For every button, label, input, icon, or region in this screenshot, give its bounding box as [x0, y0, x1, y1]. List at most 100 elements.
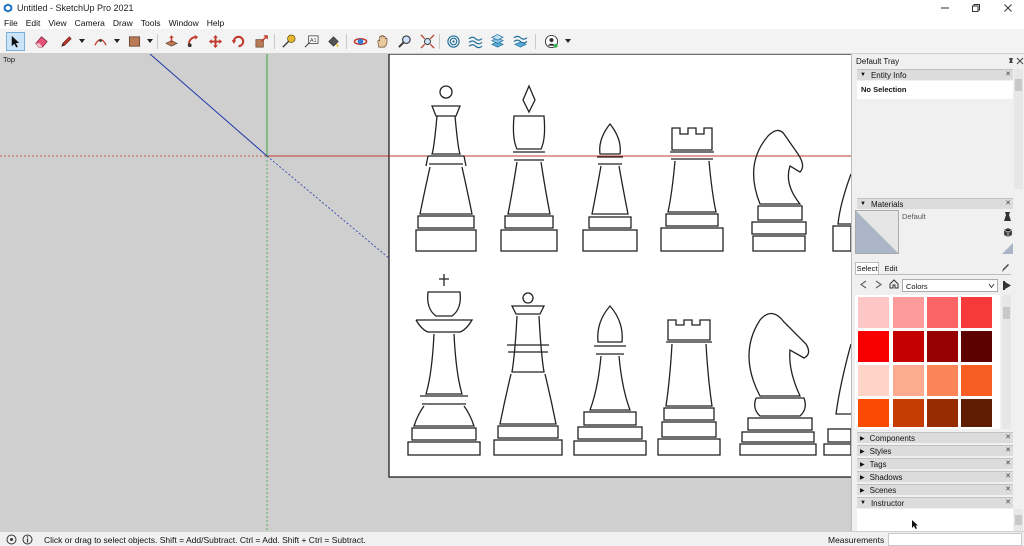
- pencil-tool-button[interactable]: [57, 32, 76, 51]
- panel-close-icon[interactable]: ✕: [1004, 473, 1012, 481]
- panel-close-icon[interactable]: ✕: [1004, 71, 1012, 79]
- tape-measure-tool-button[interactable]: [279, 32, 298, 51]
- select-tool-button[interactable]: [6, 32, 25, 51]
- chess-pieces-image[interactable]: [388, 54, 851, 478]
- sample-paint-dropper-icon[interactable]: [1000, 262, 1011, 273]
- scenes-header[interactable]: ▶ Scenes ✕: [857, 484, 1013, 495]
- create-material-icon[interactable]: [1002, 211, 1013, 222]
- materials-header[interactable]: ▼ Materials ✕: [857, 198, 1013, 209]
- eraser-tool-button[interactable]: [32, 32, 51, 51]
- follow-me-tool-button[interactable]: [184, 32, 203, 51]
- back-arrow-icon[interactable]: [859, 280, 868, 289]
- collapse-arrow-icon: ▼: [860, 72, 866, 78]
- orbit-tool-button[interactable]: [351, 32, 370, 51]
- color-swatch[interactable]: [961, 331, 992, 362]
- scale-tool-button[interactable]: [252, 32, 271, 51]
- menu-view[interactable]: View: [44, 18, 70, 28]
- shape-tool-button[interactable]: [125, 32, 144, 51]
- sample-paint-icon[interactable]: [1002, 227, 1013, 238]
- forward-arrow-icon[interactable]: [874, 280, 883, 289]
- scroll-thumb[interactable]: [1015, 515, 1022, 525]
- restore-icon: [972, 4, 980, 12]
- color-swatch[interactable]: [858, 365, 889, 396]
- color-swatch[interactable]: [961, 365, 992, 396]
- shadows-header[interactable]: ▶ Shadows ✕: [857, 471, 1013, 482]
- zoom-tool-button[interactable]: [395, 32, 414, 51]
- measurements-input[interactable]: [888, 533, 1022, 546]
- scroll-thumb[interactable]: [1003, 307, 1010, 319]
- sandbox-smoove-button[interactable]: [488, 32, 507, 51]
- tray-close-icon[interactable]: [1016, 57, 1024, 65]
- swatch-scrollbar[interactable]: [1002, 295, 1011, 429]
- menu-tools[interactable]: Tools: [137, 18, 165, 28]
- components-header[interactable]: ▶ Components ✕: [857, 432, 1013, 443]
- menu-draw[interactable]: Draw: [109, 18, 137, 28]
- minimize-button[interactable]: [930, 0, 960, 16]
- display-secondary-icon[interactable]: [1002, 243, 1013, 254]
- tray-scrollbar-top[interactable]: [1014, 69, 1023, 189]
- arc-dropdown-caret[interactable]: [114, 39, 120, 43]
- color-swatch[interactable]: [858, 297, 889, 328]
- profile-dropdown-caret[interactable]: [565, 39, 571, 43]
- arc-tool-button[interactable]: [91, 32, 110, 51]
- geo-location-icon[interactable]: [6, 534, 17, 545]
- home-icon[interactable]: [889, 279, 899, 289]
- panel-close-icon[interactable]: ✕: [1004, 460, 1012, 468]
- maximize-button[interactable]: [961, 0, 991, 16]
- sandbox-stamp-button[interactable]: [511, 32, 530, 51]
- menu-window[interactable]: Window: [165, 18, 203, 28]
- menu-help[interactable]: Help: [203, 18, 228, 28]
- color-swatch[interactable]: [893, 365, 924, 396]
- pan-tool-button[interactable]: [373, 32, 392, 51]
- collection-dropdown[interactable]: Colors: [902, 279, 998, 292]
- shape-dropdown-caret[interactable]: [147, 39, 153, 43]
- menu-file[interactable]: File: [0, 18, 22, 28]
- color-swatch[interactable]: [961, 297, 992, 328]
- menu-camera[interactable]: Camera: [71, 18, 109, 28]
- color-swatch[interactable]: [927, 297, 958, 328]
- color-swatch[interactable]: [961, 399, 992, 427]
- sandbox-from-scratch-button[interactable]: [466, 32, 485, 51]
- tags-header[interactable]: ▶ Tags ✕: [857, 458, 1013, 469]
- tab-select[interactable]: Select: [855, 262, 879, 274]
- info-icon[interactable]: [22, 534, 33, 545]
- pencil-dropdown-caret[interactable]: [79, 39, 85, 43]
- color-swatch[interactable]: [927, 399, 958, 427]
- color-swatch[interactable]: [893, 297, 924, 328]
- rectangle-icon: [128, 36, 141, 47]
- panel-title: Shadows: [869, 472, 903, 482]
- scale-icon: [255, 35, 268, 48]
- color-swatch[interactable]: [858, 399, 889, 427]
- profile-button[interactable]: [542, 32, 561, 51]
- rotate-icon: [231, 35, 245, 48]
- panel-close-icon[interactable]: ✕: [1004, 200, 1012, 208]
- scroll-thumb[interactable]: [1015, 79, 1022, 91]
- color-swatch[interactable]: [927, 331, 958, 362]
- close-button[interactable]: [993, 0, 1023, 16]
- entity-info-header[interactable]: ▼ Entity Info ✕: [857, 69, 1013, 80]
- rotate-tool-button[interactable]: [229, 32, 248, 51]
- panel-close-icon[interactable]: ✕: [1004, 434, 1012, 442]
- menu-edit[interactable]: Edit: [22, 18, 45, 28]
- instructor-header[interactable]: ▼ Instructor ✕: [857, 497, 1013, 508]
- details-arrow-icon[interactable]: [1002, 280, 1013, 291]
- tab-edit[interactable]: Edit: [881, 263, 901, 274]
- drawing-viewport[interactable]: Top: [0, 54, 851, 531]
- eraser-icon: [35, 36, 48, 48]
- move-tool-button[interactable]: [206, 32, 225, 51]
- styles-header[interactable]: ▶ Styles ✕: [857, 445, 1013, 456]
- panel-close-icon[interactable]: ✕: [1004, 499, 1012, 507]
- color-swatch[interactable]: [858, 331, 889, 362]
- tray-pin-icon[interactable]: [1007, 57, 1015, 65]
- push-pull-tool-button[interactable]: [162, 32, 181, 51]
- color-swatch[interactable]: [927, 365, 958, 396]
- color-swatch[interactable]: [893, 399, 924, 427]
- panel-close-icon[interactable]: ✕: [1004, 486, 1012, 494]
- panel-close-icon[interactable]: ✕: [1004, 447, 1012, 455]
- text-tool-button[interactable]: A1: [302, 32, 321, 51]
- color-swatch[interactable]: [893, 331, 924, 362]
- sandbox-from-contours-button[interactable]: [444, 32, 463, 51]
- paint-bucket-tool-button[interactable]: [324, 32, 343, 51]
- zoom-extents-tool-button[interactable]: [418, 32, 437, 51]
- instructor-scrollbar[interactable]: [1014, 509, 1023, 531]
